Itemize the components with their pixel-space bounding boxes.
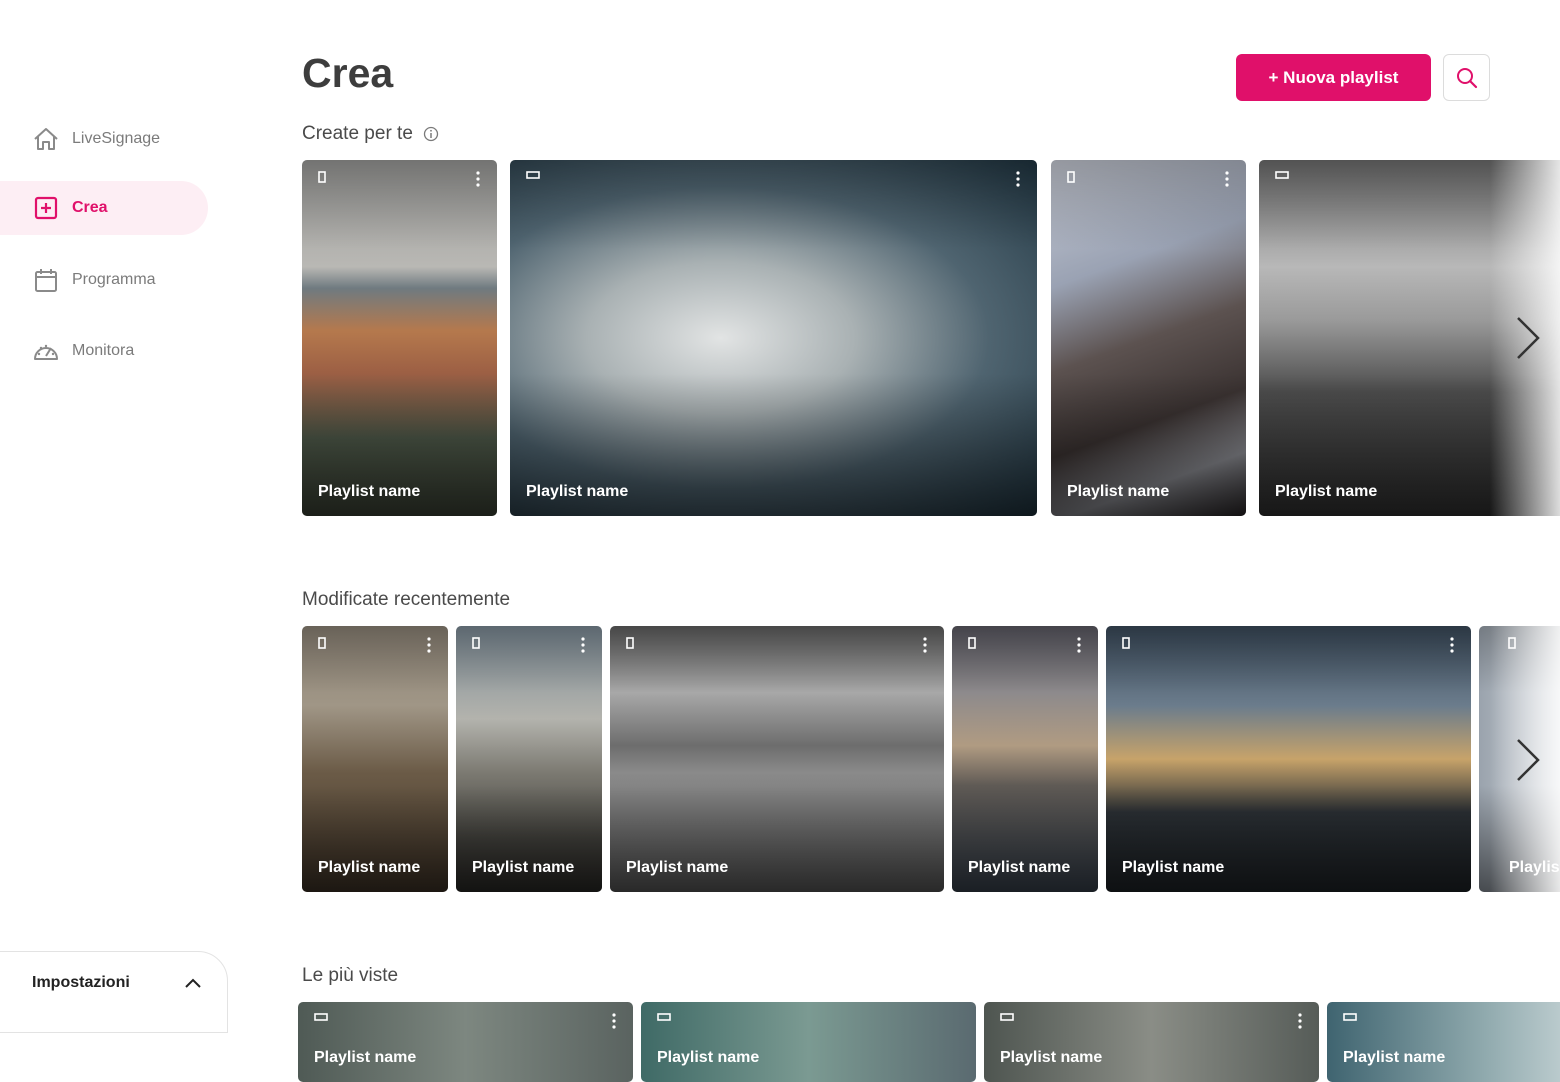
card-overlay: [510, 160, 1037, 516]
section-title-modificate-recentemente: Modificate recentemente: [302, 589, 510, 611]
section-title-text: Modificate recentemente: [302, 589, 511, 610]
info-icon[interactable]: [423, 126, 439, 142]
card-overlay: [302, 626, 448, 892]
portrait-icon: [1067, 171, 1075, 183]
playlist-card[interactable]: Playlist name: [510, 160, 1037, 516]
page-title: Crea: [302, 50, 394, 96]
playlist-card[interactable]: Playlist name: [1106, 626, 1471, 892]
home-icon: [32, 125, 60, 153]
more-vertical-icon[interactable]: [1220, 170, 1234, 188]
card-title: Playlist name: [657, 1049, 760, 1066]
card-title: Playlist name: [318, 483, 421, 500]
playlist-card[interactable]: Playlist name: [298, 1002, 633, 1082]
portrait-icon: [318, 637, 326, 649]
new-playlist-button[interactable]: + Nuova playlist: [1236, 54, 1431, 101]
card-title: Playlist name: [314, 1049, 417, 1066]
card-title: Playlist name: [318, 859, 421, 876]
more-vertical-icon[interactable]: [918, 636, 932, 654]
more-vertical-icon[interactable]: [1011, 170, 1025, 188]
chevron-right-icon[interactable]: [1508, 735, 1548, 785]
gauge-icon: [32, 337, 60, 365]
more-vertical-icon[interactable]: [607, 1012, 621, 1030]
sidebar: LiveSignage Crea Programma Monitora Impo…: [0, 0, 230, 1033]
portrait-icon: [1508, 637, 1516, 649]
playlist-card[interactable]: Playlist name: [610, 626, 944, 892]
settings-panel[interactable]: Impostazioni: [0, 951, 228, 1033]
playlist-card[interactable]: Playlist name: [1327, 1002, 1560, 1082]
card-title: Playlist name: [1275, 483, 1378, 500]
card-title: Playlist name: [1343, 1049, 1446, 1066]
portrait-icon: [626, 637, 634, 649]
section-title-text: Le più viste: [302, 965, 399, 986]
more-vertical-icon[interactable]: [1445, 636, 1459, 654]
chevron-up-icon[interactable]: [183, 974, 203, 994]
more-vertical-icon[interactable]: [422, 636, 436, 654]
playlist-card[interactable]: Playlist name: [1051, 160, 1246, 516]
settings-label: Impostazioni: [32, 974, 130, 991]
sidebar-item-programma[interactable]: Programma: [0, 253, 208, 307]
search-button[interactable]: [1443, 54, 1490, 101]
sidebar-item-label: Monitora: [72, 342, 135, 359]
card-overlay: [1051, 160, 1246, 516]
card-overlay: [456, 626, 602, 892]
card-overlay: [1106, 626, 1471, 892]
card-overlay: [952, 626, 1098, 892]
landscape-icon: [1000, 1013, 1014, 1021]
more-vertical-icon[interactable]: [1072, 636, 1086, 654]
playlist-card[interactable]: Playlist name: [456, 626, 602, 892]
card-title: Playlist name: [626, 859, 729, 876]
card-title: Playlist name: [1067, 483, 1170, 500]
landscape-icon: [657, 1013, 671, 1021]
landscape-icon: [314, 1013, 328, 1021]
sidebar-item-label: Programma: [72, 271, 156, 288]
card-title: Playlist name: [1122, 859, 1225, 876]
more-vertical-icon[interactable]: [576, 636, 590, 654]
card-title: Playlist name: [968, 859, 1071, 876]
card-overlay: [610, 626, 944, 892]
playlist-card[interactable]: Playlist name: [302, 626, 448, 892]
card-overlay: [302, 160, 497, 516]
portrait-icon: [968, 637, 976, 649]
sidebar-item-label: LiveSignage: [72, 130, 161, 147]
playlist-card[interactable]: Playlist name: [641, 1002, 976, 1082]
section-title-le-piu-viste: Le più viste: [302, 965, 398, 987]
add-square-icon: [32, 194, 60, 222]
playlist-card[interactable]: Playlist name: [952, 626, 1098, 892]
card-title: Playlist name: [1509, 859, 1560, 876]
section-title-create-per-te: Create per te: [302, 123, 439, 145]
landscape-icon: [526, 171, 540, 179]
portrait-icon: [1122, 637, 1130, 649]
portrait-icon: [318, 171, 326, 183]
playlist-card[interactable]: Playlist name: [302, 160, 497, 516]
more-vertical-icon[interactable]: [1293, 1012, 1307, 1030]
more-vertical-icon[interactable]: [471, 170, 485, 188]
chevron-right-icon[interactable]: [1508, 313, 1548, 363]
card-title: Playlist name: [472, 859, 575, 876]
portrait-icon: [472, 637, 480, 649]
sidebar-item-livesignage[interactable]: LiveSignage: [0, 112, 208, 166]
sidebar-item-monitora[interactable]: Monitora: [0, 324, 208, 378]
landscape-icon: [1275, 171, 1289, 179]
card-title: Playlist name: [1000, 1049, 1103, 1066]
sidebar-item-label: Crea: [72, 199, 108, 216]
section-title-text: Create per te: [302, 123, 413, 144]
sidebar-item-crea[interactable]: Crea: [0, 181, 208, 235]
search-icon: [1456, 67, 1478, 89]
landscape-icon: [1343, 1013, 1357, 1021]
playlist-card[interactable]: Playlist name: [984, 1002, 1319, 1082]
calendar-icon: [32, 266, 60, 294]
card-title: Playlist name: [526, 483, 629, 500]
